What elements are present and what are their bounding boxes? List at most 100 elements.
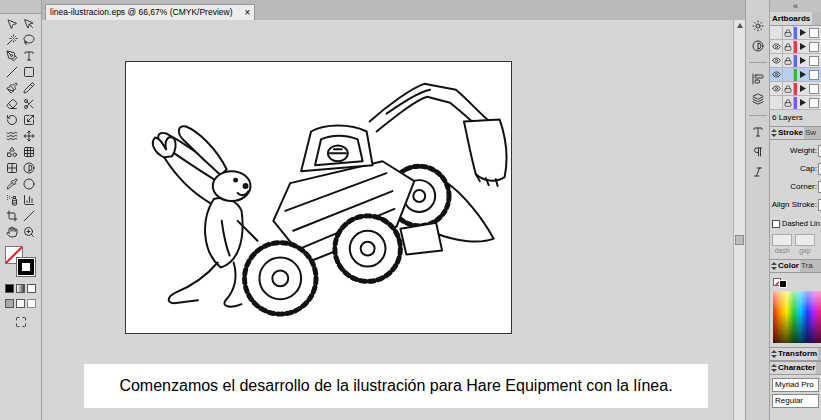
draw-behind-button[interactable]: [16, 299, 25, 308]
magic-wand-tool-icon[interactable]: [6, 34, 18, 46]
layer-color: [794, 27, 797, 39]
perspective-grid-tool-icon[interactable]: [23, 146, 35, 158]
eraser-tool-icon[interactable]: [6, 98, 18, 110]
gradient-tool-icon[interactable]: [23, 162, 35, 174]
vertical-scrollbar[interactable]: [733, 20, 745, 420]
screen-mode-icon[interactable]: [15, 316, 27, 328]
mesh-tool-icon[interactable]: [6, 162, 18, 174]
visibility-eye-icon[interactable]: [772, 84, 781, 93]
shape-builder-tool-icon[interactable]: [6, 146, 18, 158]
lasso-tool-icon[interactable]: [23, 34, 35, 46]
field-input[interactable]: [818, 163, 821, 175]
panel-tab[interactable]: Artboards: [770, 12, 812, 25]
document-tab[interactable]: linea-ilustracion.eps @ 66,67% (CMYK/Pre…: [45, 4, 255, 20]
layer-row[interactable]: [770, 82, 821, 96]
panel-tab[interactable]: Color: [770, 259, 800, 272]
selection-tool-icon[interactable]: [6, 18, 18, 30]
expand-arrow-icon[interactable]: [800, 57, 806, 64]
lock-icon[interactable]: [784, 57, 792, 65]
color-spectrum[interactable]: [773, 291, 821, 343]
dash-input[interactable]: [772, 234, 792, 246]
visibility-eye-icon[interactable]: [772, 42, 781, 51]
character-panel-icon[interactable]: [752, 126, 764, 138]
scroll-up-icon[interactable]: [736, 22, 744, 30]
expand-arrow-icon[interactable]: [800, 29, 806, 36]
type-tool-icon[interactable]: [23, 50, 35, 62]
panel-tab[interactable]: Stroke: [770, 126, 804, 139]
scroll-thumb[interactable]: [735, 235, 744, 245]
free-transform-tool-icon[interactable]: [23, 130, 35, 142]
layer-row[interactable]: [770, 40, 821, 54]
toolbar-grip[interactable]: [0, 0, 41, 14]
graph-tool-icon[interactable]: [23, 194, 35, 206]
panel-toggle-icon[interactable]: [771, 129, 777, 137]
visibility-eye-icon[interactable]: [772, 70, 781, 79]
document-tab-bar: linea-ilustracion.eps @ 66,67% (CMYK/Pre…: [42, 0, 745, 20]
fill-stroke-swatches[interactable]: [5, 246, 37, 278]
draw-inside-button[interactable]: [27, 299, 36, 308]
layer-row[interactable]: [770, 96, 821, 110]
collapse-button[interactable]: «: [793, 2, 798, 11]
none-mode-button[interactable]: [27, 284, 36, 293]
font-family-field[interactable]: Myriad Pro: [772, 378, 819, 392]
lock-icon[interactable]: [784, 99, 792, 107]
expand-arrow-icon[interactable]: [800, 43, 806, 50]
gradient-mode-button[interactable]: [16, 284, 25, 293]
panel-tab[interactable]: Character: [770, 361, 816, 374]
stroke-panel: Weight:Cap:Corner:Align Stroke:Dashed Li…: [770, 140, 821, 256]
blend-tool-icon[interactable]: [23, 178, 35, 190]
close-tab-button[interactable]: ×: [244, 8, 250, 18]
symbol-sprayer-tool-icon[interactable]: [6, 194, 18, 206]
panel-toggle-icon[interactable]: [771, 350, 777, 358]
scissors-tool-icon[interactable]: [23, 98, 35, 110]
panel-toggle-icon[interactable]: [771, 262, 777, 270]
layer-row[interactable]: [770, 26, 821, 40]
lock-icon[interactable]: [784, 85, 792, 93]
dashed-checkbox[interactable]: [772, 220, 780, 228]
paragraph-panel-icon[interactable]: [752, 146, 764, 158]
pen-tool-icon[interactable]: [6, 50, 18, 62]
panel-tab[interactable]: Sw: [804, 126, 817, 139]
color-guide-icon[interactable]: [752, 20, 764, 32]
direct-selection-tool-icon[interactable]: [23, 18, 35, 30]
lock-icon[interactable]: [784, 43, 792, 51]
color-stroke-swatch[interactable]: [779, 280, 787, 288]
rectangle-tool-icon[interactable]: [23, 66, 35, 78]
rotate-tool-icon[interactable]: [6, 114, 18, 126]
lock-icon[interactable]: [784, 29, 792, 37]
expand-arrow-icon[interactable]: [800, 71, 806, 78]
stroke-swatch[interactable]: [16, 257, 36, 277]
artboard-tool-icon[interactable]: [6, 210, 18, 222]
canvas[interactable]: Comenzamos el desarrollo de la ilustraci…: [42, 20, 733, 420]
line-tool-icon[interactable]: [6, 66, 18, 78]
field-input[interactable]: [818, 145, 821, 157]
warp-tool-icon[interactable]: [6, 130, 18, 142]
pencil-tool-icon[interactable]: [23, 82, 35, 94]
layer-row[interactable]: [770, 54, 821, 68]
panel-tab[interactable]: Tra: [800, 259, 814, 272]
field-input[interactable]: [818, 199, 821, 211]
visibility-eye-icon[interactable]: [772, 56, 781, 65]
field-input[interactable]: [818, 181, 821, 193]
color-mode-button[interactable]: [5, 284, 14, 293]
opentype-panel-icon[interactable]: [752, 166, 764, 178]
hand-tool-icon[interactable]: [6, 226, 18, 238]
panel-tab[interactable]: Transform: [770, 347, 818, 360]
font-style-field[interactable]: Regular: [772, 394, 819, 408]
dash-input[interactable]: [795, 234, 815, 246]
gradient-panel-icon[interactable]: [752, 40, 764, 52]
artboard[interactable]: [125, 61, 512, 334]
align-panel-icon[interactable]: [752, 73, 764, 85]
zoom-tool-icon[interactable]: [23, 226, 35, 238]
expand-arrow-icon[interactable]: [800, 85, 806, 92]
scale-tool-icon[interactable]: [23, 114, 35, 126]
layer-row[interactable]: [770, 68, 821, 82]
expand-arrow-icon[interactable]: [800, 99, 806, 106]
panel-toggle-icon[interactable]: [771, 364, 777, 372]
paintbrush-tool-icon[interactable]: [6, 82, 18, 94]
stroke-field-row: Cap:: [770, 160, 821, 178]
slice-tool-icon[interactable]: [23, 210, 35, 222]
eyedropper-tool-icon[interactable]: [6, 178, 18, 190]
draw-normal-button[interactable]: [5, 299, 14, 308]
pathfinder-icon[interactable]: [752, 93, 764, 105]
